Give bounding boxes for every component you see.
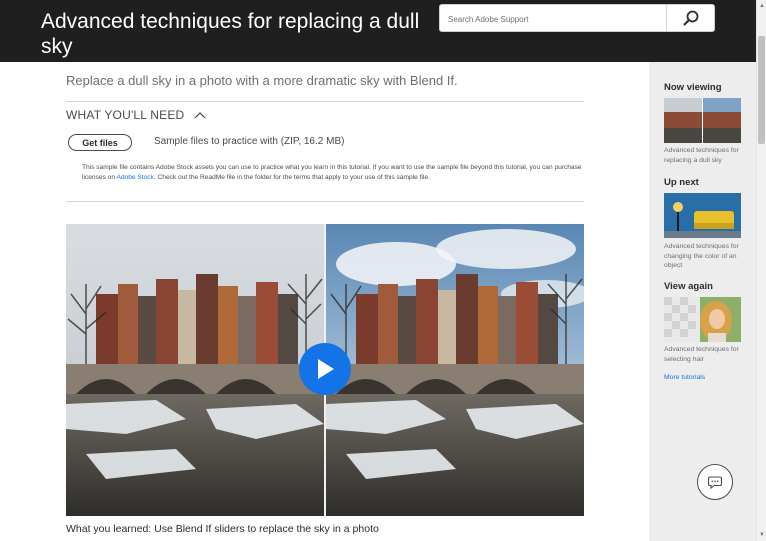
adobe-stock-link[interactable]: Adobe Stock <box>116 174 153 181</box>
chat-button[interactable] <box>697 464 733 500</box>
play-icon <box>318 359 334 379</box>
page-title: Advanced techniques for replacing a dull… <box>41 10 420 58</box>
scrollbar[interactable]: ▲ ▼ <box>756 0 766 541</box>
color-thumbnail-image <box>664 193 741 238</box>
view-again-heading: View again <box>664 281 713 292</box>
now-viewing-title[interactable]: Advanced techniques for replacing a dull… <box>664 146 750 165</box>
get-files-button[interactable]: Get files <box>68 134 132 151</box>
divider <box>66 201 584 202</box>
license-note-text-end: . Check out the ReadMe file in the folde… <box>153 174 430 181</box>
up-next-title[interactable]: Advanced techniques for changing the col… <box>664 242 750 271</box>
now-viewing-thumbnail[interactable] <box>664 98 741 143</box>
search-box <box>439 4 715 32</box>
chat-icon <box>708 475 722 489</box>
up-next-thumbnail[interactable] <box>664 193 741 238</box>
video-caption: What you learned: Use Blend If sliders t… <box>66 523 379 535</box>
sky-thumbnail-image <box>664 98 741 143</box>
what-you-need-toggle[interactable]: WHAT YOU'LL NEED <box>66 108 206 122</box>
search-input[interactable] <box>448 11 658 27</box>
scroll-thumb[interactable] <box>758 36 765 144</box>
scroll-up-arrow[interactable]: ▲ <box>757 0 766 12</box>
view-again-title[interactable]: Advanced techniques for selecting hair <box>664 345 750 364</box>
up-next-heading: Up next <box>664 177 699 188</box>
view-again-thumbnail[interactable] <box>664 297 741 342</box>
what-you-need-label: WHAT YOU'LL NEED <box>66 108 185 122</box>
search-button[interactable] <box>667 5 714 31</box>
play-button[interactable] <box>299 343 351 395</box>
now-viewing-heading: Now viewing <box>664 82 722 93</box>
chevron-up-icon <box>194 112 206 119</box>
scroll-down-arrow[interactable]: ▼ <box>757 529 766 541</box>
hair-thumbnail-image <box>664 297 741 342</box>
sample-files-description: Sample files to practice with (ZIP, 16.2… <box>154 136 345 147</box>
search-icon <box>683 10 698 26</box>
intro-text: Replace a dull sky in a photo with a mor… <box>66 73 458 88</box>
divider <box>66 101 584 102</box>
license-note: This sample file contains Adobe Stock as… <box>82 163 584 183</box>
page-header: Advanced techniques for replacing a dull… <box>0 0 756 62</box>
more-tutorials-link[interactable]: More tutorials <box>664 374 705 381</box>
